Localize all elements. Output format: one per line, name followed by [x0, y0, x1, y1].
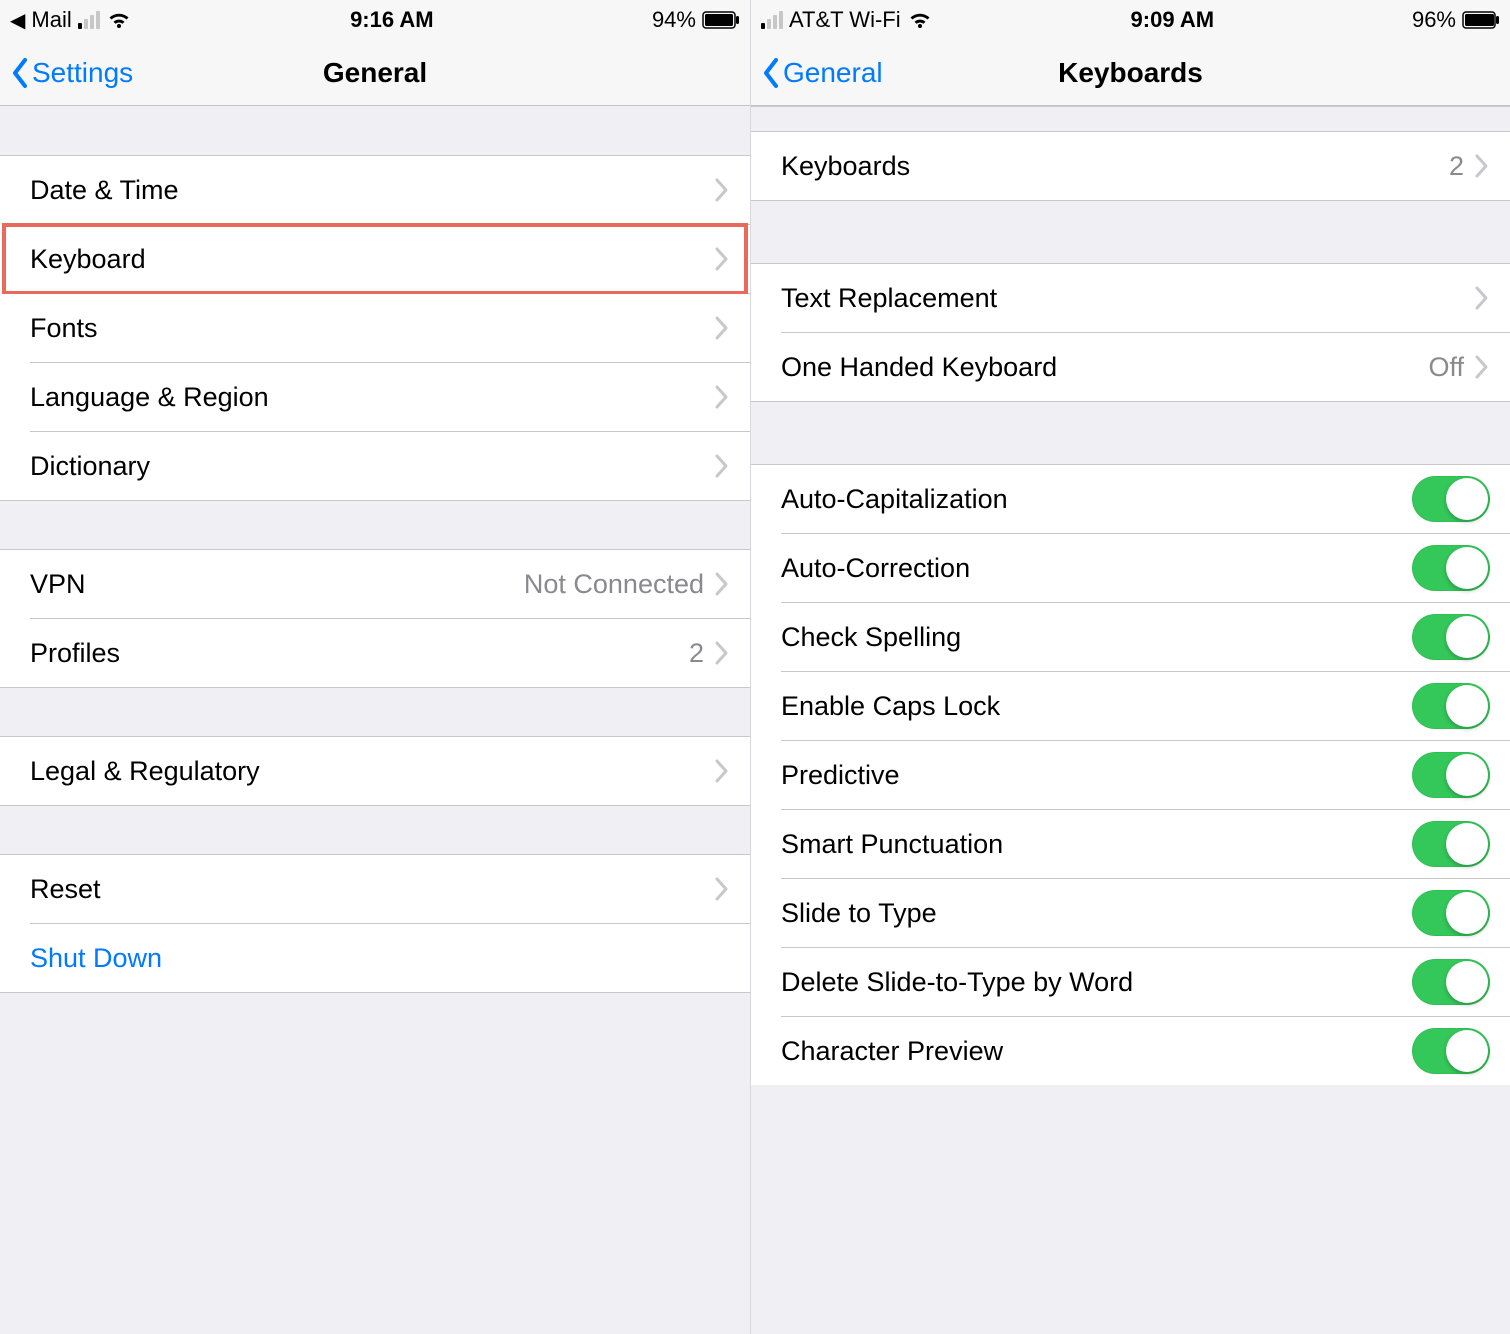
row-date-time[interactable]: Date & Time	[0, 156, 750, 224]
row-label: Delete Slide-to-Type by Word	[781, 967, 1412, 998]
cellular-signal-icon	[761, 11, 783, 29]
row-shut-down[interactable]: Shut Down	[0, 924, 750, 992]
chevron-right-icon	[714, 177, 730, 203]
row-label: Auto-Capitalization	[781, 484, 1412, 515]
chevron-right-icon	[1474, 354, 1490, 380]
row-label: Slide to Type	[781, 898, 1412, 929]
chevron-right-icon	[714, 640, 730, 666]
toggle-group: Auto-Capitalization Auto-Correction Chec…	[751, 465, 1510, 1085]
row-label: Character Preview	[781, 1036, 1412, 1067]
cellular-signal-icon	[78, 11, 100, 29]
row-value: 2	[1449, 151, 1464, 182]
back-to-app-label[interactable]: Mail	[31, 7, 71, 33]
wifi-icon	[106, 10, 132, 30]
row-label: Keyboards	[781, 151, 1449, 182]
chevron-right-icon	[714, 876, 730, 902]
row-label: Reset	[30, 874, 714, 905]
battery-icon	[1462, 11, 1500, 29]
row-label: Profiles	[30, 638, 689, 669]
row-character-preview: Character Preview	[751, 1017, 1510, 1085]
chevron-right-icon	[714, 453, 730, 479]
row-label: Predictive	[781, 760, 1412, 791]
chevron-right-icon	[714, 246, 730, 272]
row-label: Shut Down	[30, 943, 730, 974]
toggle-character-preview[interactable]	[1412, 1028, 1490, 1074]
toggle-auto-correction[interactable]	[1412, 545, 1490, 591]
status-time: 9:16 AM	[350, 7, 434, 33]
wifi-icon	[907, 10, 933, 30]
row-one-handed-keyboard[interactable]: One Handed Keyboard Off	[751, 333, 1510, 401]
chevron-left-icon	[10, 57, 30, 89]
row-predictive: Predictive	[751, 741, 1510, 809]
row-keyboard[interactable]: Keyboard	[0, 225, 750, 293]
chevron-right-icon	[714, 315, 730, 341]
row-label: Legal & Regulatory	[30, 756, 714, 787]
chevron-right-icon	[714, 571, 730, 597]
row-label: Keyboard	[30, 244, 714, 275]
toggle-enable-caps-lock[interactable]	[1412, 683, 1490, 729]
row-text-replacement[interactable]: Text Replacement	[751, 264, 1510, 332]
status-bar: ◀ Mail 9:16 AM 94%	[0, 0, 750, 40]
screen-general: ◀ Mail 9:16 AM 94% Settings General Date	[0, 0, 750, 1334]
row-value: Off	[1428, 352, 1464, 383]
row-fonts[interactable]: Fonts	[0, 294, 750, 362]
toggle-auto-capitalization[interactable]	[1412, 476, 1490, 522]
row-vpn[interactable]: VPN Not Connected	[0, 550, 750, 618]
row-profiles[interactable]: Profiles 2	[0, 619, 750, 687]
row-label: Enable Caps Lock	[781, 691, 1412, 722]
nav-bar: General Keyboards	[751, 40, 1510, 106]
toggle-smart-punctuation[interactable]	[1412, 821, 1490, 867]
row-label: Language & Region	[30, 382, 714, 413]
row-auto-correction: Auto-Correction	[751, 534, 1510, 602]
status-time: 9:09 AM	[1131, 7, 1215, 33]
row-slide-to-type: Slide to Type	[751, 879, 1510, 947]
toggle-slide-to-type[interactable]	[1412, 890, 1490, 936]
chevron-right-icon	[714, 384, 730, 410]
back-to-app-icon[interactable]: ◀	[10, 8, 25, 33]
row-label: Fonts	[30, 313, 714, 344]
nav-back[interactable]: General	[761, 57, 883, 89]
row-legal[interactable]: Legal & Regulatory	[0, 737, 750, 805]
toggle-check-spelling[interactable]	[1412, 614, 1490, 660]
row-label: Date & Time	[30, 175, 714, 206]
toggle-predictive[interactable]	[1412, 752, 1490, 798]
nav-bar: Settings General	[0, 40, 750, 106]
row-value: 2	[689, 638, 704, 669]
screen-keyboards: AT&T Wi-Fi 9:09 AM 96% General Keyboards…	[750, 0, 1510, 1334]
row-label: VPN	[30, 569, 524, 600]
battery-percent: 94%	[652, 7, 696, 33]
nav-back-label: General	[783, 57, 883, 89]
battery-icon	[702, 11, 740, 29]
row-label: One Handed Keyboard	[781, 352, 1428, 383]
row-label: Check Spelling	[781, 622, 1412, 653]
nav-back-label: Settings	[32, 57, 133, 89]
battery-percent: 96%	[1412, 7, 1456, 33]
toggle-delete-slide-word[interactable]	[1412, 959, 1490, 1005]
row-keyboards[interactable]: Keyboards 2	[751, 132, 1510, 200]
status-bar: AT&T Wi-Fi 9:09 AM 96%	[751, 0, 1510, 40]
row-label: Text Replacement	[781, 283, 1474, 314]
row-enable-caps-lock: Enable Caps Lock	[751, 672, 1510, 740]
row-label: Auto-Correction	[781, 553, 1412, 584]
row-dictionary[interactable]: Dictionary	[0, 432, 750, 500]
row-auto-capitalization: Auto-Capitalization	[751, 465, 1510, 533]
settings-group-4: Reset Shut Down	[0, 855, 750, 992]
row-value: Not Connected	[524, 569, 704, 600]
row-language-region[interactable]: Language & Region	[0, 363, 750, 431]
chevron-left-icon	[761, 57, 781, 89]
row-smart-punctuation: Smart Punctuation	[751, 810, 1510, 878]
chevron-right-icon	[714, 758, 730, 784]
chevron-right-icon	[1474, 285, 1490, 311]
row-check-spelling: Check Spelling	[751, 603, 1510, 671]
row-label: Dictionary	[30, 451, 714, 482]
row-label: Smart Punctuation	[781, 829, 1412, 860]
row-reset[interactable]: Reset	[0, 855, 750, 923]
row-delete-slide-to-type-by-word: Delete Slide-to-Type by Word	[751, 948, 1510, 1016]
settings-group-1: Date & Time Keyboard Fonts Language & Re…	[0, 156, 750, 500]
settings-group-2: VPN Not Connected Profiles 2	[0, 550, 750, 687]
nav-back[interactable]: Settings	[10, 57, 133, 89]
settings-group-3: Legal & Regulatory	[0, 737, 750, 805]
carrier-label: AT&T Wi-Fi	[789, 7, 901, 33]
chevron-right-icon	[1474, 153, 1490, 179]
